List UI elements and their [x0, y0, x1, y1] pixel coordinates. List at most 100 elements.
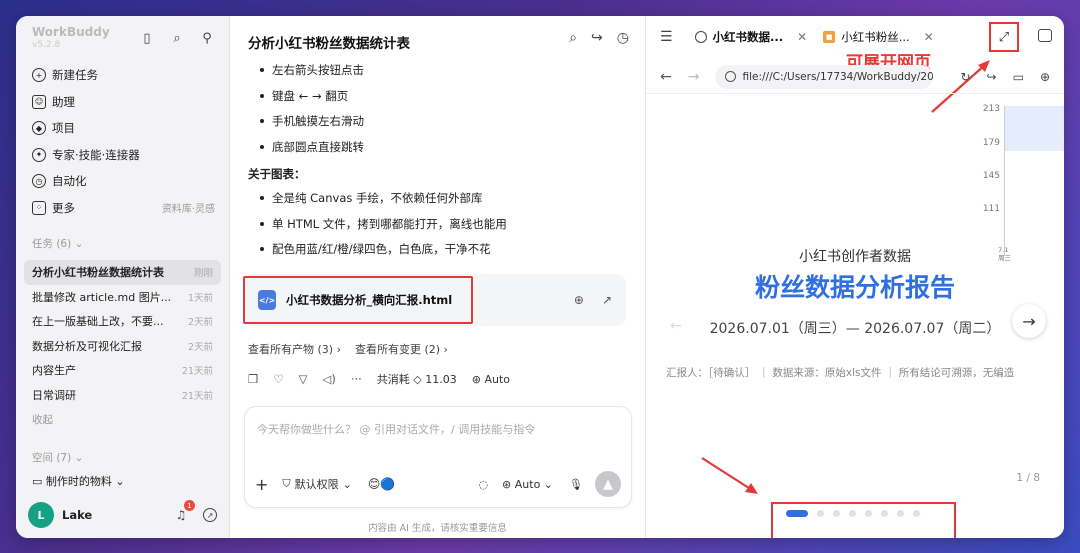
clock-icon: ◷ [32, 174, 46, 189]
y-tick: 145 [982, 171, 1000, 181]
annotation-box [243, 276, 473, 324]
next-slide-button[interactable]: → [1012, 304, 1046, 338]
doc-icon: ■ [823, 31, 836, 43]
model-select[interactable]: ⊛ Auto ⌄ [502, 478, 553, 491]
share-icon[interactable]: ↪ [987, 70, 997, 84]
globe-icon[interactable]: ⊕ [1040, 70, 1050, 84]
address-tools: ↻ ↪ ▭ ⊕ [960, 70, 1050, 84]
address-bar: ← → file:///C:/Users/17734/WorkBuddy/20 … [646, 60, 1064, 94]
ai-disclaimer: 内容由 AI 生成，请核实重要信息 [368, 523, 507, 534]
open-external-icon[interactable]: ↗ [602, 293, 612, 307]
brand-version: v5.2.8 [32, 40, 61, 50]
forward-icon[interactable]: → [688, 69, 700, 85]
nav-label: 新建任务 [52, 68, 98, 83]
list-item: 键盘 ← → 翻页 [248, 86, 627, 112]
list-item: 左右箭头按钮点击 [248, 60, 627, 86]
shield-icon: ⛉ [282, 477, 291, 490]
filter-icon[interactable]: ⚲ [199, 30, 215, 46]
message-actions: ❐ ♡ ▽ ◁) ··· 共消耗 ◇ 11.03 ⊛ Auto [248, 371, 510, 387]
chat-title: 分析小红书粉丝数据统计表 [248, 36, 410, 52]
globe-icon [725, 71, 737, 82]
sidebar-item-more[interactable]: ⁘ 更多 资料库·灵感 [26, 195, 219, 222]
space-label[interactable]: 空间 (7) ⌄ [32, 450, 83, 465]
nav-label: 自动化 [52, 174, 87, 189]
avatar[interactable]: L [28, 502, 54, 528]
annotation-box [989, 22, 1019, 52]
refresh-icon[interactable]: ↻ [960, 70, 970, 84]
sidebar-nav: + 新建任务 ☺ 助理 ◆ 项目 ✦ 专家·技能·连接器 ◷ 自动化 ⁘ 更多 资料库·灵感 [26, 62, 219, 221]
share-icon[interactable]: ↪ [591, 30, 603, 46]
chat-input-placeholder[interactable]: 今天帮你做些什么？ @ 引用对话文件，/ 调用技能与指令 [257, 421, 535, 437]
view-changes-link[interactable]: 查看所有变更 (2) › [355, 341, 448, 357]
list-item: 手机触摸左右滑动 [248, 111, 627, 137]
copy-icon[interactable]: ❐ [248, 372, 258, 386]
nav-label: 专家·技能·连接器 [52, 147, 140, 162]
microphone-icon[interactable]: 🎙 [569, 478, 583, 491]
chat-tools: ⌕ ↪ ◷ [569, 30, 629, 46]
search-icon[interactable]: ⌕ [569, 30, 577, 46]
split-view-icon[interactable] [1038, 29, 1052, 42]
page-indicator: 1 / 8 [1016, 472, 1040, 484]
thumbs-down-icon[interactable]: ▽ [299, 372, 308, 386]
add-icon[interactable]: + [255, 475, 268, 494]
folder-icon[interactable]: ▭ [1013, 70, 1024, 84]
y-tick: 179 [982, 138, 1000, 148]
list-item: 单 HTML 文件，拷到哪都能打开，离线也能用 [248, 214, 627, 240]
send-button[interactable]: ▲ [595, 471, 621, 497]
permission-select[interactable]: ⛉ 默认权限 ⌄ [282, 476, 351, 492]
assistant-icon: ☺ [32, 94, 46, 109]
task-item[interactable]: 数据分析及可视化汇报 2天前 [24, 334, 221, 359]
sidebar-toggle-icon[interactable]: ▯ [139, 30, 155, 46]
globe-icon[interactable]: ⊕ [574, 293, 584, 307]
speaker-icon[interactable]: ◁) [322, 372, 335, 386]
loading-icon: ◌ [478, 477, 489, 491]
space-item[interactable]: ▭ 制作时的物料 ⌄ [32, 473, 125, 489]
view-outputs-link[interactable]: 查看所有产物 (3) › [248, 341, 341, 357]
task-item[interactable]: 批量修改 article.md 图片... 1天前 [24, 285, 221, 310]
token-cost: 共消耗 ◇ 11.03 [376, 373, 457, 386]
tab-fans[interactable]: ■ 小红书粉丝... ✕ [815, 23, 942, 51]
nav-label: 更多 [52, 200, 75, 215]
tab-report[interactable]: 小红书数据... ✕ [687, 23, 816, 51]
task-item[interactable]: 分析小红书粉丝数据统计表 刚刚 [24, 260, 221, 285]
menu-icon[interactable]: ☰ [660, 29, 673, 45]
task-item[interactable]: 内容生产 21天前 [24, 358, 221, 383]
sidebar-item-new-task[interactable]: + 新建任务 [26, 62, 219, 89]
bell-icon[interactable]: ♫ 1 [173, 500, 195, 523]
close-icon[interactable]: ✕ [797, 30, 807, 44]
sidebar-item-automation[interactable]: ◷ 自动化 [26, 168, 219, 195]
y-tick: 111 [982, 204, 1000, 214]
brand: WorkBuddy v5.2.8 [32, 25, 110, 50]
nav-label: 项目 [52, 121, 75, 136]
url-field[interactable]: file:///C:/Users/17734/WorkBuddy/20 [715, 64, 934, 89]
list-item: 配色用蓝/红/橙/绿四色，白色底，干净不花 [248, 239, 627, 265]
app-window: WorkBuddy v5.2.8 ▯ ⌕ ⚲ + 新建任务 ☺ 助理 ◆ 项目 ✦ 专家… [16, 16, 1064, 538]
more-icon[interactable]: ··· [351, 372, 362, 386]
list-item: 全是纯 Canvas 手绘，不依赖任何外部库 [248, 188, 627, 214]
task-list: 分析小红书粉丝数据统计表 刚刚 批量修改 article.md 图片... 1天前 … [24, 260, 221, 407]
task-item[interactable]: 日常调研 21天前 [24, 383, 221, 408]
report-footer: 汇报人：［待确认］ ｜ 数据来源：原始xls文件 ｜ 所有结论可溯源，无编造 [666, 367, 1015, 379]
message-content: 左右箭头按钮点击 键盘 ← → 翻页 手机触摸左右滑动 底部圆点直接跳转 关于图… [248, 60, 627, 265]
task-item[interactable]: 在上一版基础上改，不要... 2天前 [24, 309, 221, 334]
file-actions: ⊕ ↗ [574, 293, 612, 307]
model-label: ⊛ Auto [471, 372, 511, 386]
back-icon[interactable]: ← [660, 69, 672, 85]
sidebar-item-assistant[interactable]: ☺ 助理 [26, 89, 219, 116]
thumbs-up-icon[interactable]: ♡ [273, 372, 283, 386]
report-date-range: 2026.07.01（周三）— 2026.07.07（周二） [709, 321, 1001, 337]
search-icon[interactable]: ⌕ [169, 30, 185, 46]
report-title: 粉丝数据分析报告 [754, 273, 955, 302]
emoji-icon[interactable]: 😊🔵 [368, 477, 395, 491]
share-icon[interactable]: ↗ [203, 508, 217, 522]
close-icon[interactable]: ✕ [924, 30, 934, 44]
sidebar-tools: ▯ ⌕ ⚲ [139, 30, 215, 46]
sidebar-item-project[interactable]: ◆ 项目 [26, 115, 219, 142]
chevron-down-icon: ⌄ [115, 475, 125, 488]
history-icon[interactable]: ◷ [617, 30, 629, 46]
sidebar-item-expert[interactable]: ✦ 专家·技能·连接器 [26, 142, 219, 169]
tasks-label[interactable]: 任务 (6) ⌄ [32, 236, 83, 251]
collapse-link[interactable]: 收起 [32, 412, 53, 427]
chat-input-box[interactable]: 今天帮你做些什么？ @ 引用对话文件，/ 调用技能与指令 + ⛉ 默认权限 ⌄ 😊… [244, 406, 632, 508]
chevron-down-icon: ⌄ [74, 452, 84, 464]
